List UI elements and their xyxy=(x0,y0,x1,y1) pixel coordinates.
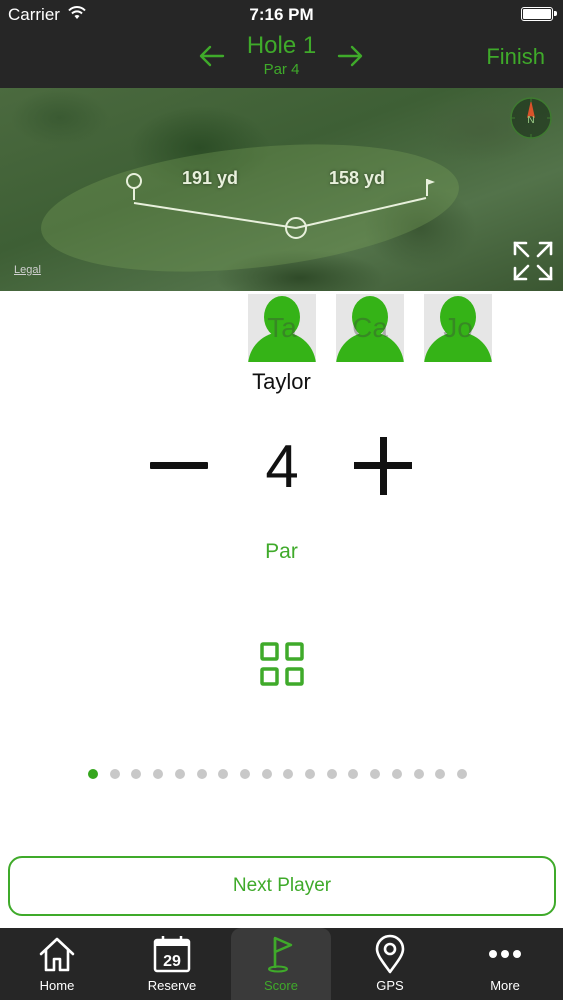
page-dot[interactable] xyxy=(88,769,98,779)
page-dot[interactable] xyxy=(435,769,446,779)
avatar-initials: Ta xyxy=(267,312,297,343)
page-dot[interactable] xyxy=(131,769,142,779)
top-bar: Carrier 7:16 PM Hole 1 Par 4 Finish xyxy=(0,0,563,88)
avatar-initials: Jo xyxy=(443,312,473,343)
scorecard-grid-icon[interactable] xyxy=(258,640,306,688)
legal-link[interactable]: Legal xyxy=(14,264,41,276)
hole-map[interactable]: 191 yd 158 yd Legal N xyxy=(0,88,563,291)
page-dot[interactable] xyxy=(196,769,207,779)
tab-gps[interactable]: GPS xyxy=(340,928,440,1000)
page-dot[interactable] xyxy=(413,769,424,779)
current-player-name: Taylor xyxy=(252,369,311,394)
page-dot[interactable] xyxy=(370,769,381,779)
page-dot[interactable] xyxy=(239,769,250,779)
decrease-score-button[interactable] xyxy=(146,438,212,494)
tab-label: Score xyxy=(264,978,298,993)
compass-north-label: N xyxy=(527,115,534,126)
more-dots-icon xyxy=(489,950,521,958)
status-time: 7:16 PM xyxy=(249,5,314,24)
page-dot[interactable] xyxy=(326,769,337,779)
shot-line xyxy=(126,173,435,239)
page-dot[interactable] xyxy=(261,769,272,779)
calendar-icon: 29 xyxy=(153,936,191,973)
increase-score-button[interactable] xyxy=(350,434,416,498)
tab-label: GPS xyxy=(376,978,404,993)
next-player-button[interactable]: Next Player xyxy=(8,856,556,916)
page-dot[interactable] xyxy=(391,769,402,779)
home-icon xyxy=(39,937,75,972)
location-pin-icon xyxy=(375,934,405,974)
calendar-day-number: 29 xyxy=(163,953,181,970)
page-dot[interactable] xyxy=(109,769,120,779)
tab-home[interactable]: Home xyxy=(7,928,107,1000)
tab-score[interactable]: Score xyxy=(231,928,331,1000)
hole-title: Hole 1 xyxy=(246,32,317,59)
distance-to-target-label: 191 yd xyxy=(182,168,239,188)
compass-icon[interactable]: N xyxy=(509,96,553,140)
tab-bar: Home 29 Reserve Score GPS More xyxy=(0,928,563,1000)
tab-label: Home xyxy=(39,978,75,993)
score-relative-label: Par xyxy=(265,540,298,563)
status-bar: Carrier 7:16 PM xyxy=(0,0,563,28)
player-avatar-taylor[interactable]: Ta xyxy=(248,294,316,362)
page-dot[interactable] xyxy=(348,769,359,779)
page-dot[interactable] xyxy=(456,769,467,779)
hole-page-indicator[interactable] xyxy=(88,769,488,781)
page-dot[interactable] xyxy=(218,769,229,779)
next-hole-arrow-icon[interactable] xyxy=(336,42,364,70)
avatar-initials: Ca xyxy=(352,312,388,343)
player-avatar-ca[interactable]: Ca xyxy=(336,294,404,362)
finish-button[interactable]: Finish xyxy=(486,44,545,70)
page-dot[interactable] xyxy=(305,769,315,779)
distance-to-pin-label: 158 yd xyxy=(329,168,386,188)
score-value: 4 xyxy=(265,433,299,500)
tab-label: More xyxy=(490,978,520,993)
flag-icon xyxy=(268,936,293,973)
expand-map-icon[interactable] xyxy=(512,240,554,282)
tab-more[interactable]: More xyxy=(455,928,555,1000)
player-avatar-jo[interactable]: Jo xyxy=(424,294,492,362)
page-dot[interactable] xyxy=(174,769,185,779)
hole-par: Par 4 xyxy=(263,61,300,78)
tab-label: Reserve xyxy=(147,978,197,993)
page-dot[interactable] xyxy=(283,769,294,779)
battery-icon xyxy=(521,7,557,21)
page-dot[interactable] xyxy=(153,769,164,779)
minus-icon xyxy=(150,462,208,469)
tab-reserve[interactable]: 29 Reserve xyxy=(122,928,222,1000)
plus-icon-vertical xyxy=(380,437,387,495)
